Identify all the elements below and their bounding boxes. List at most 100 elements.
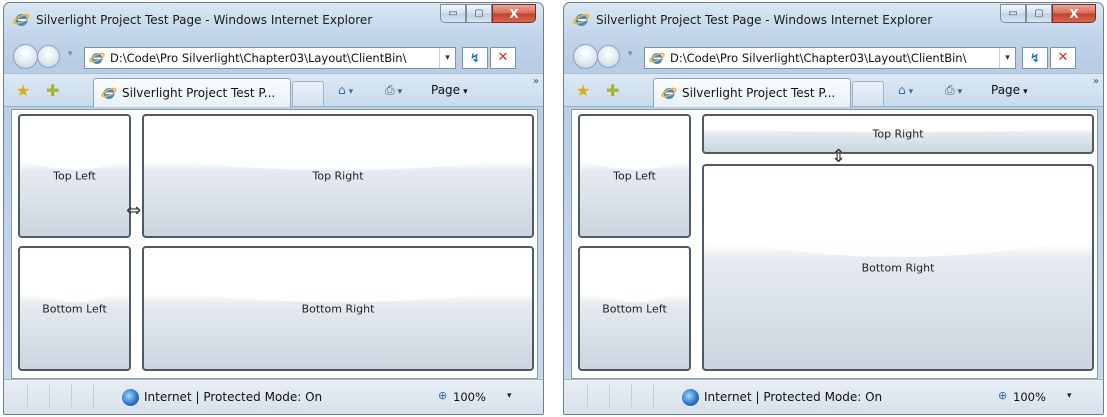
pane-bottom-right: Bottom Right bbox=[142, 246, 534, 371]
page-icon bbox=[649, 52, 665, 64]
status-cell bbox=[30, 384, 50, 409]
close-icon: X bbox=[1069, 6, 1079, 21]
recent-pages-dropdown-icon[interactable]: ▾ bbox=[68, 49, 73, 59]
home-button[interactable]: ⌂ ▾ bbox=[898, 83, 913, 97]
pane-bottom-left: Bottom Left bbox=[18, 246, 131, 371]
print-dropdown-icon: ▾ bbox=[397, 87, 403, 97]
address-bar[interactable]: D:\Code\Pro Silverlight\Chapter03\Layout… bbox=[644, 47, 1016, 69]
refresh-button[interactable]: ↯ bbox=[1022, 47, 1048, 69]
navigation-bar: ▾ D:\Code\Pro Silverlight\Chapter03\Layo… bbox=[564, 41, 1103, 71]
pane-top-left-label: Top Left bbox=[53, 169, 96, 183]
address-text: D:\Code\Pro Silverlight\Chapter03\Layout… bbox=[670, 51, 967, 65]
horizontal-resize-cursor-icon[interactable]: ⇔ bbox=[126, 202, 141, 220]
print-button[interactable]: ⎙ ▾ bbox=[385, 83, 402, 98]
home-icon: ⌂ bbox=[338, 83, 346, 97]
security-zone-text[interactable]: Internet | Protected Mode: On bbox=[144, 390, 322, 404]
minimize-icon: ▭ bbox=[448, 8, 458, 19]
title-bar[interactable]: Silverlight Project Test Page - Windows … bbox=[564, 3, 1103, 39]
add-favorites-icon[interactable]: ✚ bbox=[606, 81, 619, 100]
zoom-dropdown-icon[interactable]: ▾ bbox=[507, 391, 512, 401]
add-favorites-icon[interactable]: ✚ bbox=[46, 81, 59, 100]
pane-top-right: Top Right bbox=[702, 114, 1094, 154]
pane-bottom-right-label: Bottom Right bbox=[861, 261, 935, 274]
status-cell bbox=[74, 384, 94, 409]
home-icon: ⌂ bbox=[898, 83, 906, 97]
zoom-magnifier-icon: ⊕ bbox=[438, 389, 448, 402]
stop-button[interactable]: ✕ bbox=[490, 47, 516, 69]
print-icon: ⎙ bbox=[385, 83, 395, 97]
more-commands-icon[interactable]: » bbox=[1093, 76, 1099, 87]
close-button[interactable]: X bbox=[1052, 4, 1096, 23]
page-menu-button[interactable]: Page ▾ bbox=[431, 83, 468, 97]
forward-button[interactable] bbox=[37, 45, 60, 68]
pane-top-left: Top Left bbox=[18, 114, 131, 238]
new-tab-button[interactable] bbox=[292, 81, 324, 106]
home-button[interactable]: ⌂ ▾ bbox=[338, 83, 353, 97]
zoom-level[interactable]: 100% bbox=[453, 390, 486, 404]
close-icon: X bbox=[509, 6, 519, 21]
zoom-level[interactable]: 100% bbox=[1013, 390, 1046, 404]
page-content: Top Left Top Right Bottom Left Bottom Ri… bbox=[571, 109, 1098, 379]
forward-button[interactable] bbox=[597, 45, 620, 68]
back-button[interactable] bbox=[573, 44, 598, 69]
status-cell bbox=[590, 384, 610, 409]
stop-icon: ✕ bbox=[497, 50, 509, 65]
window-title: Silverlight Project Test Page - Windows … bbox=[36, 13, 373, 27]
browser-window-2: Silverlight Project Test Page - Windows … bbox=[563, 2, 1104, 415]
security-zone-text[interactable]: Internet | Protected Mode: On bbox=[704, 390, 882, 404]
minimize-icon: ▭ bbox=[1008, 8, 1018, 19]
page-dropdown-icon: ▾ bbox=[1023, 87, 1028, 97]
address-bar[interactable]: D:\Code\Pro Silverlight\Chapter03\Layout… bbox=[84, 47, 456, 69]
tab-label: Silverlight Project Test P... bbox=[122, 86, 276, 100]
tab-page-icon bbox=[661, 87, 677, 99]
close-button[interactable]: X bbox=[492, 4, 536, 23]
maximize-icon: ▢ bbox=[474, 8, 484, 19]
address-dropdown-icon[interactable]: ▾ bbox=[999, 48, 1015, 68]
pane-bottom-left-label: Bottom Left bbox=[602, 302, 667, 315]
print-icon: ⎙ bbox=[945, 83, 955, 97]
recent-pages-dropdown-icon[interactable]: ▾ bbox=[628, 49, 633, 59]
home-dropdown-icon: ▾ bbox=[908, 87, 914, 97]
tab-strip: ★ ✚ Silverlight Project Test P... ⌂ ▾ ⎙ ▾ … bbox=[564, 73, 1103, 107]
page-content: Top Left Top Right Bottom Left Bottom Ri… bbox=[11, 109, 538, 379]
stop-icon: ✕ bbox=[1057, 50, 1069, 65]
print-button[interactable]: ⎙ ▾ bbox=[945, 83, 962, 98]
zoom-magnifier-icon: ⊕ bbox=[998, 389, 1008, 402]
address-dropdown-icon[interactable]: ▾ bbox=[439, 48, 455, 68]
page-menu-button[interactable]: Page ▾ bbox=[991, 83, 1028, 97]
maximize-button[interactable]: ▢ bbox=[466, 4, 492, 23]
browser-window-1: Silverlight Project Test Page - Windows … bbox=[3, 2, 544, 415]
stop-button[interactable]: ✕ bbox=[1050, 47, 1076, 69]
address-text: D:\Code\Pro Silverlight\Chapter03\Layout… bbox=[110, 51, 407, 65]
refresh-icon: ↯ bbox=[469, 51, 481, 65]
internet-zone-globe-icon bbox=[682, 389, 699, 406]
window-title: Silverlight Project Test Page - Windows … bbox=[596, 13, 933, 27]
status-cell bbox=[612, 384, 632, 409]
pane-bottom-right: Bottom Right bbox=[702, 164, 1094, 371]
vertical-resize-cursor-icon[interactable]: ⇕ bbox=[831, 148, 846, 166]
status-cell bbox=[52, 384, 72, 409]
title-bar[interactable]: Silverlight Project Test Page - Windows … bbox=[4, 3, 543, 39]
page-dropdown-icon: ▾ bbox=[463, 87, 468, 97]
caption-buttons: ▭ ▢ X bbox=[1000, 4, 1096, 23]
tab-active[interactable]: Silverlight Project Test P... bbox=[653, 78, 851, 107]
ie-icon bbox=[573, 13, 590, 26]
refresh-button[interactable]: ↯ bbox=[462, 47, 488, 69]
zoom-dropdown-icon[interactable]: ▾ bbox=[1067, 391, 1072, 401]
pane-bottom-left-label: Bottom Left bbox=[42, 302, 107, 315]
more-commands-icon[interactable]: » bbox=[533, 76, 539, 87]
favorites-star-icon[interactable]: ★ bbox=[16, 81, 30, 100]
new-tab-button[interactable] bbox=[852, 81, 884, 106]
internet-zone-globe-icon bbox=[122, 389, 139, 406]
minimize-button[interactable]: ▭ bbox=[440, 4, 466, 23]
pane-top-left-label: Top Left bbox=[613, 169, 656, 183]
tab-strip: ★ ✚ Silverlight Project Test P... ⌂ ▾ ⎙ ▾ … bbox=[4, 73, 543, 107]
favorites-star-icon[interactable]: ★ bbox=[576, 81, 590, 100]
back-button[interactable] bbox=[13, 44, 38, 69]
pane-top-left: Top Left bbox=[578, 114, 691, 238]
tab-active[interactable]: Silverlight Project Test P... bbox=[93, 78, 291, 107]
pane-top-right-label: Top Right bbox=[312, 169, 364, 183]
minimize-button[interactable]: ▭ bbox=[1000, 4, 1026, 23]
pane-bottom-right-label: Bottom Right bbox=[301, 302, 375, 315]
maximize-button[interactable]: ▢ bbox=[1026, 4, 1052, 23]
